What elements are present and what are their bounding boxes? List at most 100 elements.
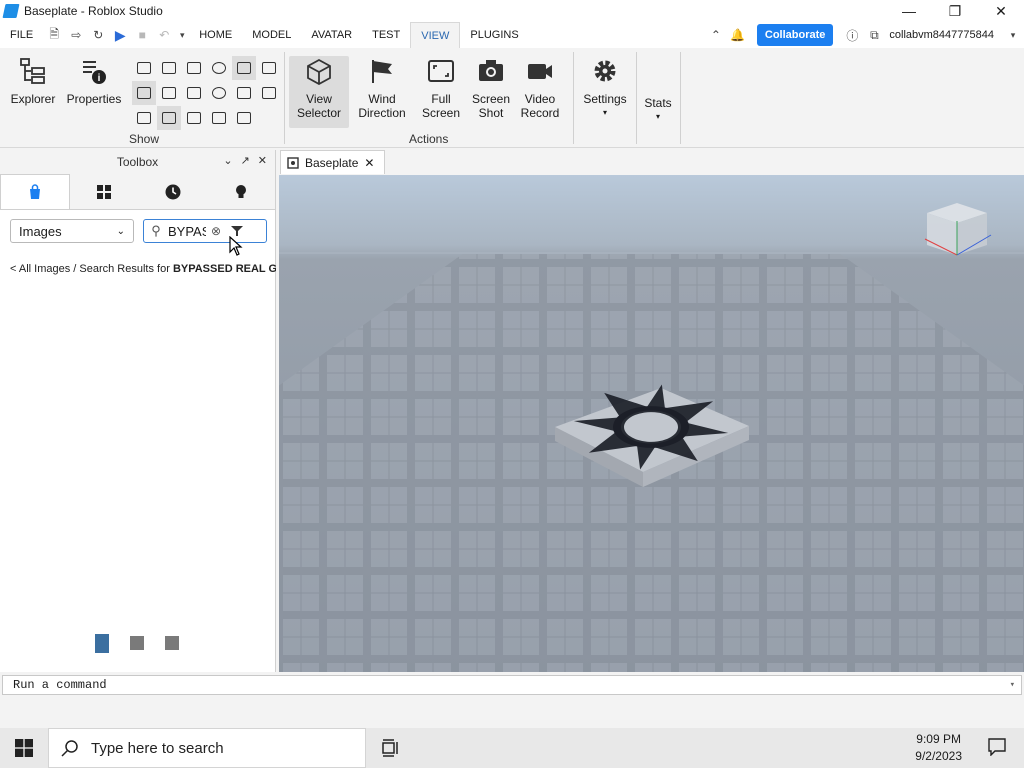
collaborate-button[interactable]: Collaborate	[756, 24, 834, 46]
full-screen-button[interactable]: Full Screen	[413, 56, 469, 120]
video-label-2: Record	[520, 106, 560, 120]
settings-button[interactable]: Settings ▾	[577, 56, 633, 120]
tab-inventory[interactable]	[70, 174, 138, 209]
toolbox-header: Toolbox ⌄ ↗ ✕	[0, 150, 275, 174]
tag-editor-icon[interactable]	[207, 56, 231, 80]
search-breadcrumb[interactable]: < All Images / Search Results for BYPASS…	[10, 263, 276, 275]
svg-text:i: i	[98, 73, 101, 84]
maximize-button[interactable]: ❐	[932, 0, 978, 22]
panel-dropdown-icon[interactable]: ⌄	[223, 154, 232, 167]
command-input[interactable]: Run a command	[13, 678, 107, 692]
clear-search-icon[interactable]: ⊗	[206, 224, 226, 238]
find-results-icon[interactable]	[182, 81, 206, 105]
tab-test[interactable]: TEST	[362, 22, 410, 48]
screenshot-button[interactable]: Screen Shot	[463, 56, 519, 120]
tab-model[interactable]: MODEL	[242, 22, 301, 48]
tab-plugins[interactable]: PLUGINS	[460, 22, 528, 48]
command-bar-icon[interactable]	[157, 81, 181, 105]
ribbon-separator	[284, 52, 285, 144]
play-icon[interactable]: ▶	[109, 22, 131, 48]
screenshot-label-2: Shot	[478, 106, 504, 120]
team-create-icon[interactable]	[257, 56, 281, 80]
view-selector-icon	[304, 56, 334, 86]
explorer-button[interactable]: Explorer	[5, 56, 61, 106]
stats-dropdown-icon: ▾	[655, 112, 660, 121]
network-stats-icon[interactable]	[232, 106, 256, 130]
new-file-icon[interactable]: 🗎	[43, 22, 65, 48]
view-selector-button[interactable]: View Selector	[289, 56, 349, 128]
task-view-button[interactable]	[366, 728, 414, 768]
view-selector-label-2: Selector	[296, 106, 342, 120]
lightbulb-icon	[235, 184, 246, 198]
toolbox-title: Toolbox	[116, 155, 159, 169]
close-tab-icon[interactable]: ✕	[364, 156, 374, 170]
taskbar-search-box[interactable]: Type here to search	[48, 728, 366, 768]
breadcrumb-prefix[interactable]: < All Images / Search Results for	[10, 263, 173, 275]
redo-publish-icon[interactable]: ↻	[87, 22, 109, 48]
properties-label: Properties	[66, 92, 122, 106]
file-menu[interactable]: FILE	[0, 22, 43, 48]
close-panel-icon[interactable]: ✕	[258, 154, 267, 167]
undo-icon[interactable]: ↶	[153, 22, 175, 48]
wind-direction-button[interactable]: Wind Direction	[354, 56, 410, 120]
tab-baseplate[interactable]: Baseplate ✕	[280, 150, 386, 174]
notification-center-icon[interactable]	[988, 738, 1006, 759]
stats-button[interactable]: Stats ▾	[630, 96, 686, 124]
output-toggle-icon[interactable]	[157, 56, 181, 80]
username[interactable]: collabvm8447775844	[889, 29, 994, 41]
grid-icon	[97, 184, 112, 199]
notification-bell-icon[interactable]: 🔔	[727, 22, 749, 48]
asset-manager-icon[interactable]	[232, 56, 256, 80]
view-selector-label-1: View	[306, 92, 332, 106]
video-camera-icon	[525, 56, 555, 86]
quick-access-dropdown-icon[interactable]: ▾	[175, 22, 189, 48]
tab-creations[interactable]	[207, 174, 275, 209]
tab-avatar[interactable]: AVATAR	[301, 22, 362, 48]
script-recovery-icon[interactable]	[132, 106, 156, 130]
account-dropdown-icon[interactable]: ▾	[1002, 22, 1024, 48]
3d-viewport[interactable]	[279, 175, 1024, 672]
tab-home[interactable]: HOME	[189, 22, 242, 48]
toolbox-search-field[interactable]: ⚲ BYPASSED REAL GUI ⊗	[143, 219, 267, 243]
toolbox-toggle-icon[interactable]	[132, 56, 156, 80]
command-history-dropdown-icon[interactable]: ▾	[1010, 680, 1015, 690]
tab-recent[interactable]	[139, 174, 207, 209]
explorer-icon	[18, 56, 48, 86]
share-icon[interactable]: ⧉	[863, 22, 885, 48]
help-icon[interactable]: ⓘ	[841, 22, 863, 48]
script-performance-icon[interactable]	[207, 81, 231, 105]
clock-icon	[165, 184, 181, 199]
ribbon: Explorer i Properties Show View Selector	[0, 48, 1024, 148]
system-clock[interactable]: 9:09 PM 9/2/2023	[915, 731, 962, 765]
search-input[interactable]: BYPASSED REAL GUI	[168, 224, 206, 239]
undock-icon[interactable]: ↗	[241, 154, 250, 167]
view-camera-icon[interactable]	[257, 81, 281, 105]
tab-view[interactable]: VIEW	[410, 22, 461, 48]
terrain-editor-icon[interactable]	[182, 56, 206, 80]
microprofiler-icon[interactable]	[182, 106, 206, 130]
loading-dot	[165, 636, 179, 650]
roblox-studio-icon	[2, 4, 20, 18]
window-title: Baseplate - Roblox Studio	[24, 4, 163, 18]
properties-button[interactable]: i Properties	[64, 56, 124, 106]
tab-marketplace[interactable]	[0, 174, 71, 209]
video-record-button[interactable]: Video Record	[512, 56, 568, 120]
document-tab-strip: Baseplate ✕	[278, 150, 1024, 174]
collapse-ribbon-icon[interactable]: ⌃	[705, 22, 727, 48]
doc-tab-label: Baseplate	[305, 155, 359, 170]
view-cube[interactable]	[924, 203, 992, 256]
render-stats-icon[interactable]	[207, 106, 231, 130]
command-bar[interactable]: Run a command ▾	[2, 675, 1022, 695]
start-button[interactable]	[0, 728, 48, 768]
viewport-scene	[279, 203, 1024, 672]
command-bar-toggle-icon[interactable]	[157, 106, 181, 130]
tags-icon[interactable]	[232, 81, 256, 105]
import-icon[interactable]: ⇨	[65, 22, 87, 48]
loading-indicator	[95, 634, 179, 653]
full-screen-label-2: Screen	[421, 106, 461, 120]
stop-icon[interactable]: ■	[131, 22, 153, 48]
minimize-button[interactable]: —	[886, 0, 932, 22]
close-window-button[interactable]: ✕	[978, 0, 1024, 22]
script-analysis-icon[interactable]	[132, 81, 156, 105]
category-dropdown[interactable]: Images ⌄	[10, 219, 134, 243]
